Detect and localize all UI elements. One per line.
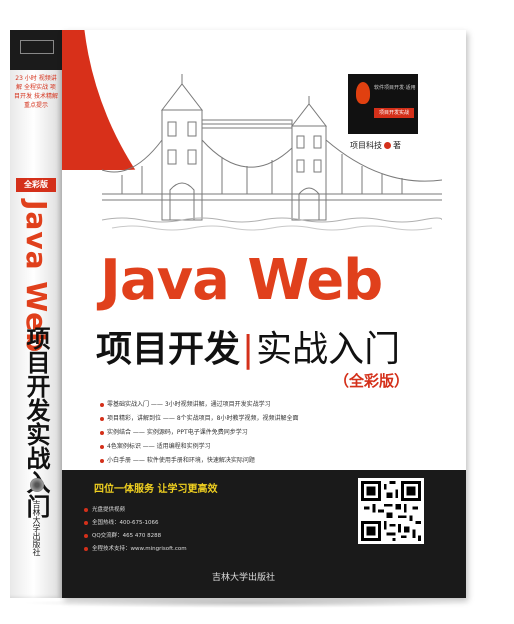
logo-line2: 项目开发实战 [374, 108, 414, 118]
list-item: QQ交流群：465 470 8288 [84, 530, 187, 543]
list-item: 4色案例标识 —— 适用编程和实例学习 [100, 440, 360, 454]
author-name: 项目科技 [350, 141, 382, 150]
bullet-icon [100, 402, 104, 407]
feature-list: 零基础实战入门 —— 3小时视频讲解，通过项目开发实战学习 项目精彩，讲解到位 … [100, 398, 360, 468]
list-item: 零基础实战入门 —— 3小时视频讲解，通过项目开发实战学习 [100, 398, 360, 412]
list-item: 全国热线：400-675-1066 [84, 517, 187, 530]
bullet-icon [100, 444, 104, 449]
floor-shadow [20, 598, 476, 608]
book-title: Java Web [100, 248, 383, 313]
disc-icon [30, 478, 44, 492]
list-item: 实例结合 —— 实例源码，PPT电子课件免费同步学习 [100, 426, 360, 440]
subtitle-bold: 项目开发 [96, 329, 241, 370]
bullet-icon [100, 458, 104, 463]
bullet-icon [100, 416, 104, 421]
bullet-icon [84, 533, 88, 538]
qr-code-icon [358, 478, 424, 544]
subtitle-separator: | [242, 329, 255, 370]
list-item: 小白手册 —— 软件使用手册和环境，快速解决实际问题 [100, 454, 360, 468]
bullet-icon [84, 520, 88, 525]
service-panel: 四位一体服务 让学习更高效 光盘提供视频 全国热线：400-675-1066 Q… [62, 470, 466, 598]
book-image: 23 小时 视频讲解 全程实战 项目开发 技术精解 重点提示 全彩版 Java … [0, 0, 514, 624]
book-spine: 23 小时 视频讲解 全程实战 项目开发 技术精解 重点提示 全彩版 Java … [10, 30, 62, 598]
author-line: 项目科技 著 [350, 140, 401, 151]
list-item: 全程技术支持：www.mingrisoft.com [84, 543, 187, 556]
spine-publisher: 吉林大学出版社 [32, 500, 41, 556]
dot-icon [384, 142, 391, 149]
spine-edition-badge: 全彩版 [16, 178, 56, 192]
publisher-name: 吉林大学出版社 [212, 573, 276, 583]
edition-label: （全彩版） [334, 372, 410, 390]
service-list: 光盘提供视频 全国热线：400-675-1066 QQ交流群：465 470 8… [84, 504, 187, 556]
bullet-icon [84, 546, 88, 551]
front-cover: 软件项目开发·适用 项目开发实战 项目科技 著 Java Web 项目开发|实战入… [62, 30, 466, 598]
author-suffix: 著 [393, 141, 401, 150]
flame-icon [356, 82, 370, 104]
list-item: 光盘提供视频 [84, 504, 187, 517]
list-item: 项目精彩，讲解到位 —— 8个实战项目，8小时教学视频，视频讲解全面 [100, 412, 360, 426]
service-slogan: 四位一体服务 让学习更高效 [94, 484, 218, 495]
bullet-icon [100, 430, 104, 435]
series-logo: 软件项目开发·适用 项目开发实战 [348, 74, 418, 134]
logo-line1: 软件项目开发·适用 [374, 85, 416, 91]
spine-top-band [10, 30, 62, 70]
subtitle-light: 实战入门 [256, 329, 401, 370]
spine-logo [20, 40, 54, 54]
bullet-icon [84, 507, 88, 512]
book-subtitle: 项目开发|实战入门 [96, 320, 400, 372]
